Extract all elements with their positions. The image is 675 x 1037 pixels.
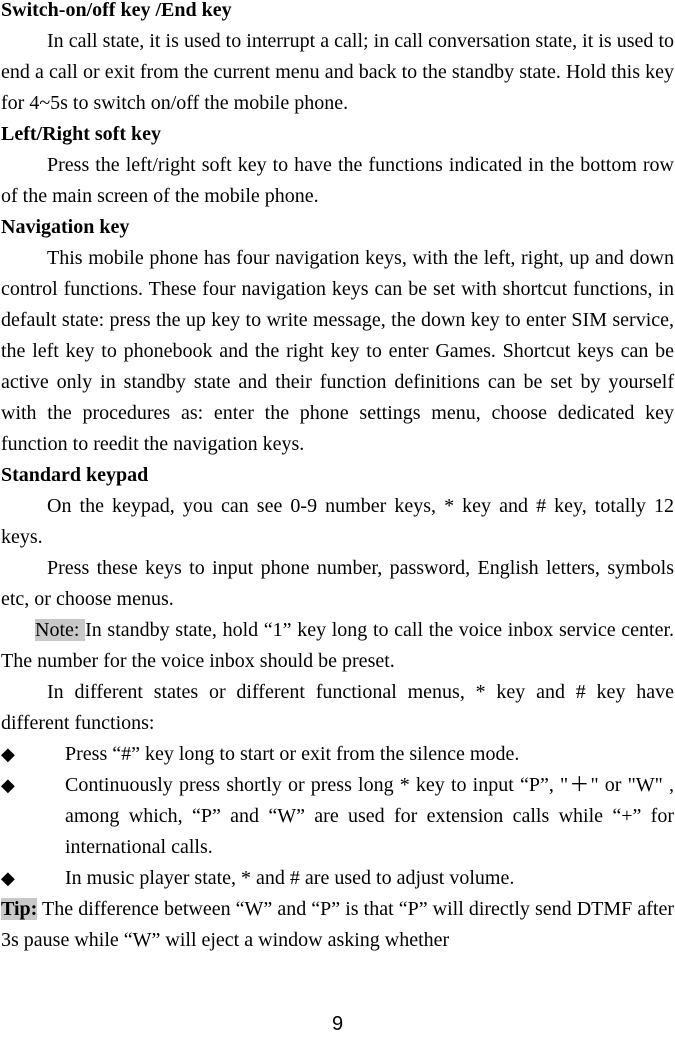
diamond-bullet-icon: ◆ bbox=[1, 868, 15, 888]
diamond-bullet-icon: ◆ bbox=[1, 744, 15, 764]
list-item: ◆ In music player state, * and # are used… bbox=[1, 863, 674, 894]
paragraph: In call state, it is used to interrupt a… bbox=[1, 30, 674, 114]
paragraph: Press these keys to input phone number, … bbox=[1, 557, 674, 610]
tip-label: Tip: bbox=[1, 898, 38, 920]
page-number: 9 bbox=[331, 1013, 344, 1035]
list-item: ◆ Continuously press shortly or press lon… bbox=[1, 770, 674, 863]
list-item-text: Press “#” key long to start or exit from… bbox=[65, 743, 520, 765]
paragraph: Press the left/right soft key to have th… bbox=[1, 154, 674, 207]
note-label: Note: bbox=[35, 619, 86, 641]
note-paragraph: Note: In standby state, hold “1” key lon… bbox=[1, 615, 674, 677]
heading-switch-key: Switch-on/off key /End key bbox=[1, 0, 232, 21]
document-page: Switch-on/off key /End key In call state… bbox=[1, 0, 674, 956]
list-item-text: In music player state, * and # are used … bbox=[65, 867, 515, 889]
paragraph: On the keypad, you can see 0-9 number ke… bbox=[1, 495, 674, 548]
list-item-text: Continuously press shortly or press long… bbox=[65, 774, 674, 858]
heading-soft-key: Left/Right soft key bbox=[1, 123, 161, 145]
note-text: In standby state, hold “1” key long to c… bbox=[1, 619, 674, 672]
heading-standard-keypad: Standard keypad bbox=[1, 464, 149, 486]
paragraph: This mobile phone has four navigation ke… bbox=[1, 247, 674, 455]
paragraph: In different states or different functio… bbox=[1, 681, 674, 734]
bullet-list: ◆ Press “#” key long to start or exit fro… bbox=[1, 739, 674, 894]
list-item: ◆ Press “#” key long to start or exit fro… bbox=[1, 739, 674, 770]
heading-navigation-key: Navigation key bbox=[1, 216, 130, 238]
tip-text: The difference between “W” and “P” is th… bbox=[1, 898, 674, 951]
tip-paragraph: Tip: The difference between “W” and “P” … bbox=[1, 894, 674, 956]
diamond-bullet-icon: ◆ bbox=[1, 775, 15, 795]
